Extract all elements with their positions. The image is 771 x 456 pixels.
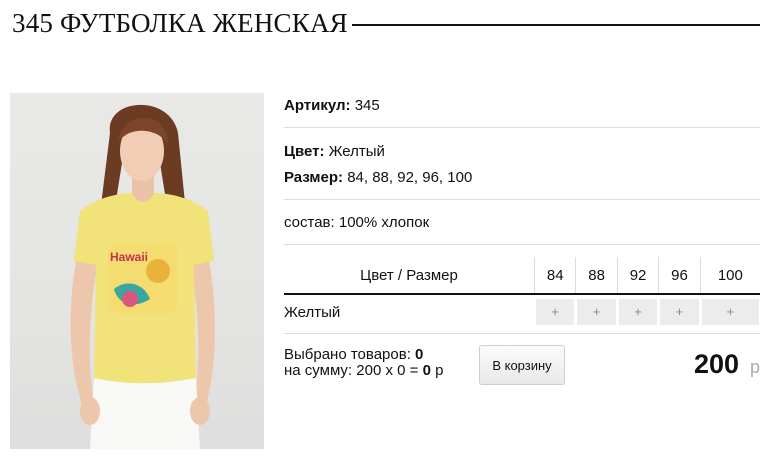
composition: состав: 100% хлопок: [284, 214, 430, 231]
svg-text:Hawaii: Hawaii: [110, 250, 148, 264]
sum-label: на сумму: 200 х 0 =: [284, 362, 419, 379]
title-row: 345 ФУТБОЛКА ЖЕНСКАЯ: [12, 6, 760, 40]
add-to-cart-button[interactable]: В корзину: [479, 345, 565, 385]
size-header: 88: [575, 257, 618, 294]
divider: [284, 244, 760, 245]
selected-count: 0: [415, 346, 424, 363]
add-size-button[interactable]: +: [660, 299, 699, 325]
divider: [284, 127, 760, 128]
size-header: 96: [658, 257, 701, 294]
sum-currency: р: [435, 362, 444, 379]
product-photo[interactable]: Hawaii: [10, 93, 264, 449]
sum-value: 0: [422, 362, 431, 379]
color-value: Желтый: [328, 143, 385, 160]
divider: [284, 199, 760, 200]
grid-header-label: Цвет / Размер: [360, 266, 458, 284]
add-size-button[interactable]: +: [701, 299, 759, 325]
order-summary: Выбрано товаров: 0 на сумму: 200 х 0 = 0…: [284, 347, 443, 379]
add-size-button[interactable]: +: [618, 299, 658, 325]
size-grid: Цвет / Размер 84 88 92 96 100 Желтый + +…: [284, 257, 760, 329]
total-currency: р: [750, 357, 761, 377]
size-header: 84: [533, 257, 576, 294]
add-size-button[interactable]: +: [577, 299, 616, 325]
size-header: 100: [699, 257, 760, 294]
color-label: Цвет:: [284, 143, 325, 160]
model-illustration: Hawaii: [70, 104, 216, 449]
grid-header: Цвет / Размер 84 88 92 96 100: [284, 257, 760, 294]
selected-label: Выбрано товаров:: [284, 346, 411, 363]
divider: [284, 333, 760, 334]
size-label: Размер:: [284, 169, 344, 186]
size-row: Размер: 84, 88, 92, 96, 100: [284, 169, 760, 186]
grid-row-color: Желтый: [284, 303, 341, 321]
title-divider: [351, 24, 760, 26]
article-row: Артикул: 345: [284, 97, 760, 114]
article-value: 345: [354, 97, 380, 114]
color-row: Цвет: Желтый: [284, 143, 760, 160]
size-header: 92: [616, 257, 659, 294]
page-title: 345 ФУТБОЛКА ЖЕНСКАЯ: [12, 8, 348, 38]
size-value: 84, 88, 92, 96, 100: [347, 169, 473, 186]
grid-row: Желтый + + + + +: [284, 294, 760, 329]
sum-line: на сумму: 200 х 0 = 0 р: [284, 363, 443, 379]
add-size-button[interactable]: +: [536, 299, 575, 325]
article-label: Артикул:: [284, 97, 351, 114]
selected-count-line: Выбрано товаров: 0: [284, 347, 443, 363]
total-price: 200: [694, 349, 740, 379]
